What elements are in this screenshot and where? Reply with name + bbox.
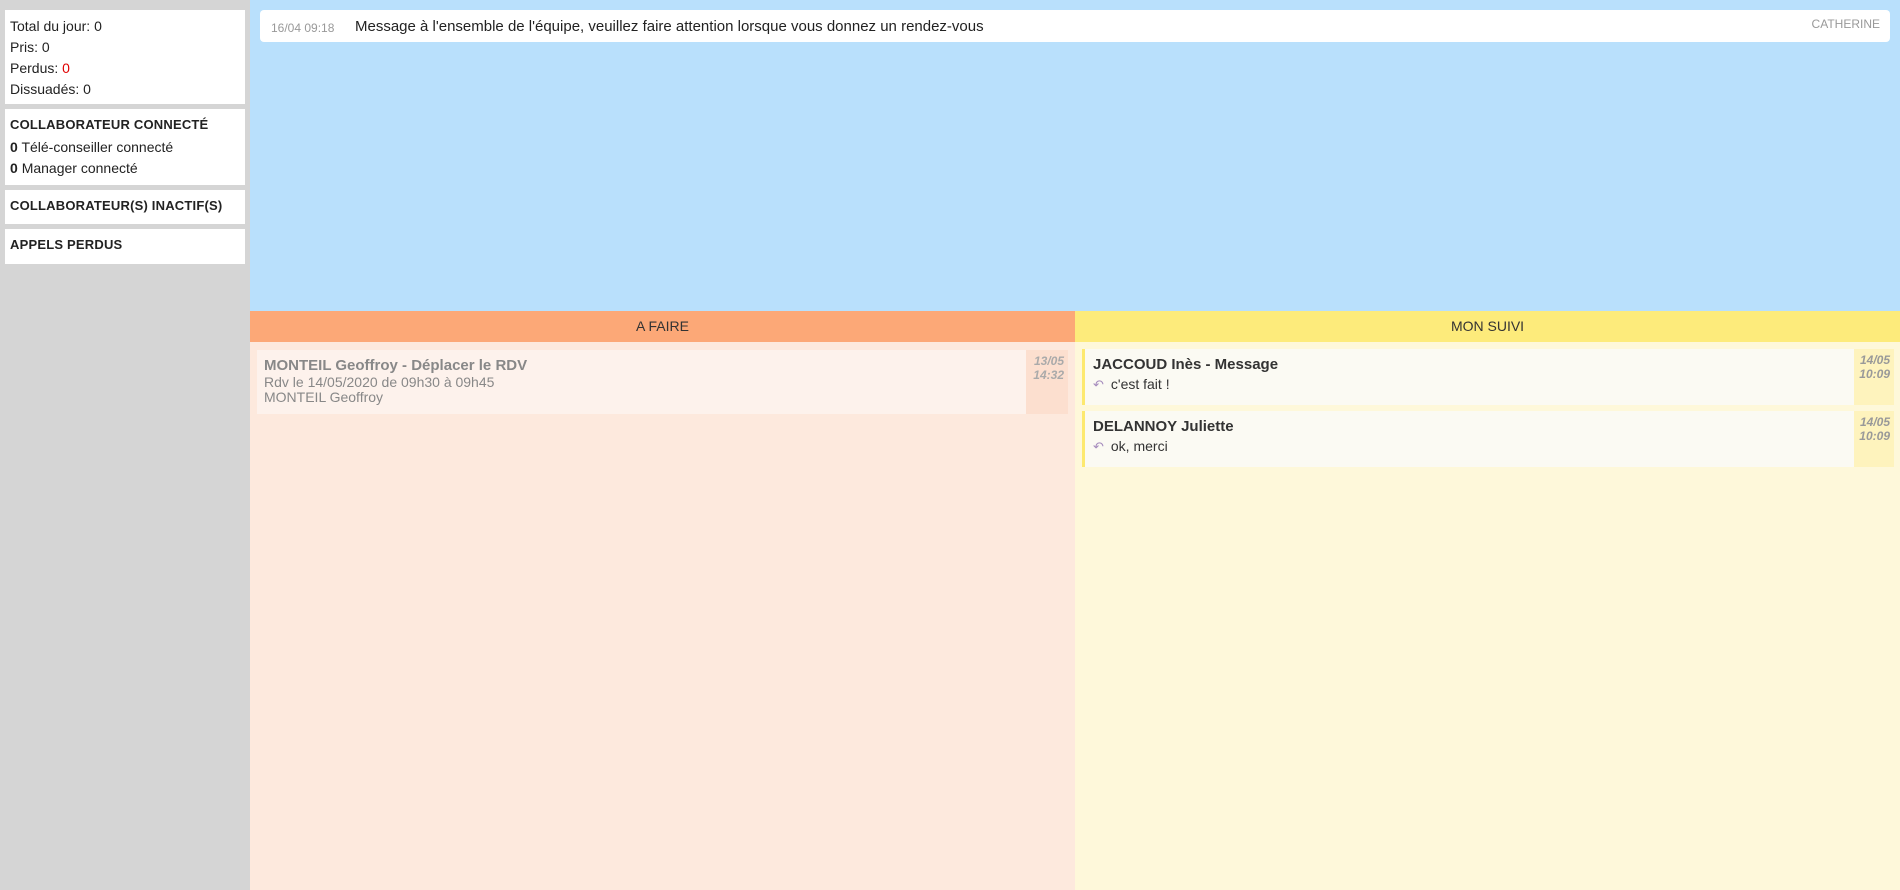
follow-item[interactable]: JACCOUD Inès - Message ↶ c'est fait ! 14… [1082, 349, 1894, 405]
follow-item-title: DELANNOY Juliette [1093, 418, 1234, 435]
daily-stats-card: Total du jour: 0 Pris: 0 Perdus: 0 Dissu… [5, 10, 245, 104]
stat-pris: Pris: 0 [10, 39, 50, 55]
todo-item-client: MONTEIL Geoffroy [264, 389, 384, 405]
tele-conseiller-row[interactable]: 0 Télé-conseiller connecté [10, 137, 240, 158]
stat-total-value: 0 [94, 18, 102, 34]
inactive-heading: COLLABORATEUR(S) INACTIF(S) [10, 198, 223, 213]
stat-dissuades: Dissuadés: 0 [10, 81, 91, 97]
message-time: 16/04 09:18 [271, 21, 335, 35]
connected-collaborators-card: COLLABORATEUR CONNECTÉ 0 Télé-conseiller… [5, 109, 245, 185]
todo-header[interactable]: A FAIRE [250, 311, 1075, 342]
stat-perdus: Perdus: 0 [10, 60, 70, 76]
todo-column: A FAIRE MONTEIL Geoffroy - Déplacer le R… [250, 311, 1075, 890]
follow-column: MON SUIVI JACCOUD Inès - Message ↶ c'est… [1075, 311, 1900, 890]
inactive-collaborators-card[interactable]: COLLABORATEUR(S) INACTIF(S) [5, 190, 245, 224]
reply-arrow-icon: ↶ [1093, 439, 1104, 454]
connected-heading: COLLABORATEUR CONNECTÉ [10, 117, 209, 132]
main-area: 16/04 09:18 Message à l'ensemble de l'éq… [250, 0, 1900, 890]
stat-perdus-value: 0 [62, 60, 70, 76]
follow-item-title: JACCOUD Inès - Message [1093, 356, 1279, 373]
team-message[interactable]: 16/04 09:18 Message à l'ensemble de l'éq… [260, 10, 1890, 42]
follow-item-reply: ↶ ok, merci [1093, 436, 1234, 457]
stat-total: Total du jour: 0 [10, 18, 102, 34]
todo-item-date: 13/05 14:32 [1026, 350, 1068, 414]
missed-calls-card[interactable]: APPELS PERDUS [5, 229, 245, 264]
todo-item[interactable]: MONTEIL Geoffroy - Déplacer le RDV Rdv l… [257, 350, 1068, 414]
missed-calls-heading: APPELS PERDUS [10, 237, 123, 252]
todo-item-title: MONTEIL Geoffroy - Déplacer le RDV [264, 357, 528, 374]
stat-pris-value: 0 [41, 39, 50, 55]
follow-item-date: 14/05 10:09 [1854, 411, 1894, 467]
message-text: Message à l'ensemble de l'équipe, veuill… [355, 18, 984, 35]
follow-item[interactable]: DELANNOY Juliette ↶ ok, merci 14/05 10:0… [1082, 411, 1894, 467]
reply-arrow-icon: ↶ [1093, 377, 1104, 392]
stat-dissuades-value: 0 [83, 81, 91, 97]
team-messages-panel: 16/04 09:18 Message à l'ensemble de l'éq… [250, 0, 1900, 311]
manager-row[interactable]: 0 Manager connecté [10, 158, 240, 179]
follow-item-reply: ↶ c'est fait ! [1093, 374, 1278, 395]
message-author: CATHERINE [1811, 17, 1880, 31]
sidebar: Total du jour: 0 Pris: 0 Perdus: 0 Dissu… [0, 0, 250, 890]
follow-header[interactable]: MON SUIVI [1075, 311, 1900, 342]
follow-item-date: 14/05 10:09 [1854, 349, 1894, 405]
todo-item-rdv: Rdv le 14/05/2020 de 09h30 à 09h45 [264, 374, 495, 390]
